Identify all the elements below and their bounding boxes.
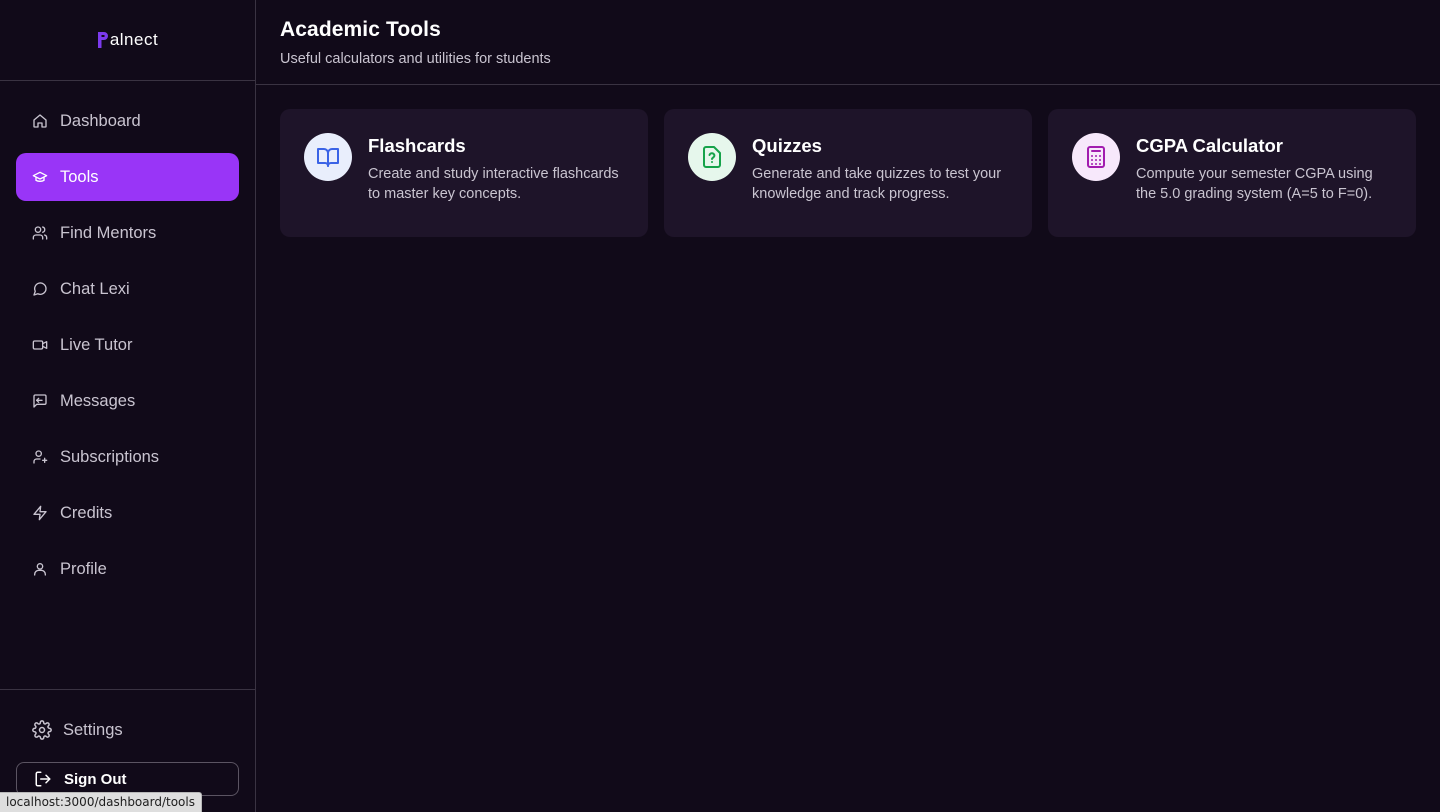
user-plus-icon [32, 449, 48, 465]
graduation-cap-icon [32, 169, 48, 185]
brand-name: alnect [109, 30, 159, 49]
sidebar-item-credits[interactable]: Credits [16, 489, 239, 537]
sidebar-item-dashboard[interactable]: Dashboard [16, 97, 239, 145]
sidebar-item-chat-lexi[interactable]: Chat Lexi [16, 265, 239, 313]
tool-card-title: CGPA Calculator [1136, 135, 1283, 156]
lightning-icon [32, 505, 48, 521]
tool-card-text: Flashcards Create and study interactive … [368, 133, 624, 237]
settings-button[interactable]: Settings [16, 706, 239, 754]
tool-card-icon-wrap [1072, 133, 1120, 181]
video-camera-icon [32, 337, 48, 353]
sidebar-item-label: Messages [60, 391, 136, 410]
tool-card-description: Create and study interactive flashcards … [368, 166, 619, 202]
sidebar-nav: Dashboard Tools Find Mentors Chat Lexi L… [0, 81, 255, 593]
file-question-icon [703, 146, 721, 168]
tool-card-flashcards[interactable]: Flashcards Create and study interactive … [280, 109, 648, 237]
tool-card-icon-wrap [304, 133, 352, 181]
tool-card-icon-wrap [688, 133, 736, 181]
tool-card-description: Generate and take quizzes to test your k… [752, 166, 1002, 202]
sidebar-item-label: Credits [60, 503, 113, 522]
users-icon [32, 225, 48, 241]
tool-card-text: CGPA Calculator Compute your semester CG… [1136, 133, 1392, 237]
sign-out-label: Sign Out [64, 770, 127, 788]
sidebar-item-label: Dashboard [60, 111, 141, 130]
tool-card-text: Quizzes Generate and take quizzes to tes… [752, 133, 1008, 237]
chat-bubble-icon [32, 281, 48, 297]
message-square-icon [32, 393, 48, 409]
brand-logo[interactable]: alnect [97, 30, 158, 50]
user-icon [32, 561, 48, 577]
tool-card-title: Quizzes [752, 135, 822, 156]
sidebar-item-messages[interactable]: Messages [16, 377, 239, 425]
sidebar-item-label: Live Tutor [60, 335, 133, 354]
tool-card-cgpa-calculator[interactable]: CGPA Calculator Compute your semester CG… [1048, 109, 1416, 237]
tools-grid: Flashcards Create and study interactive … [280, 109, 1416, 237]
sign-out-icon [34, 770, 52, 788]
gear-icon [32, 720, 52, 740]
book-open-icon [317, 148, 339, 167]
sign-out-button[interactable]: Sign Out [16, 762, 239, 796]
sidebar-item-label: Tools [60, 167, 99, 186]
page-title: Academic Tools [280, 18, 441, 41]
page-header: Academic Tools Useful calculators and ut… [256, 0, 1440, 85]
sidebar: alnect Dashboard Tools Find Mentors Chat… [0, 0, 256, 812]
brand-logo-mark-icon [97, 32, 108, 48]
sidebar-item-label: Subscriptions [60, 447, 160, 466]
tool-card-title: Flashcards [368, 135, 466, 156]
tool-card-quizzes[interactable]: Quizzes Generate and take quizzes to tes… [664, 109, 1032, 237]
sidebar-item-profile[interactable]: Profile [16, 545, 239, 593]
sidebar-item-label: Find Mentors [60, 223, 157, 242]
sidebar-item-tools[interactable]: Tools [16, 153, 239, 201]
main-content: Academic Tools Useful calculators and ut… [256, 0, 1440, 812]
home-icon [32, 113, 48, 129]
sidebar-item-subscriptions[interactable]: Subscriptions [16, 433, 239, 481]
sidebar-item-label: Profile [60, 559, 107, 578]
app-window: alnect Dashboard Tools Find Mentors Chat… [0, 0, 1440, 812]
page-subtitle: Useful calculators and utilities for stu… [280, 51, 551, 67]
calculator-icon [1087, 146, 1105, 168]
sidebar-item-live-tutor[interactable]: Live Tutor [16, 321, 239, 369]
sidebar-item-label: Chat Lexi [60, 279, 130, 298]
settings-label: Settings [63, 720, 123, 739]
status-bar-url: localhost:3000/dashboard/tools [0, 792, 202, 812]
logo-area: alnect [0, 0, 255, 81]
sidebar-item-find-mentors[interactable]: Find Mentors [16, 209, 239, 257]
tool-card-description: Compute your semester CGPA using the 5.0… [1136, 166, 1373, 202]
